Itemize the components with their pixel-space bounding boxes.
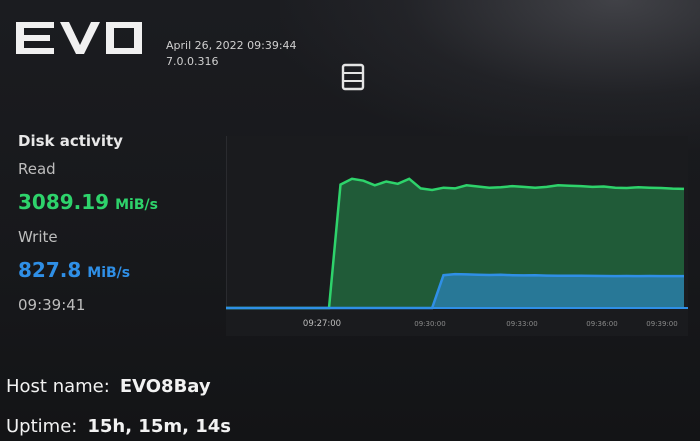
read-label: Read bbox=[18, 160, 56, 178]
server-stack-icon[interactable] bbox=[340, 62, 366, 92]
read-unit: MiB/s bbox=[115, 197, 158, 213]
uptime-value: 15h, 15m, 14s bbox=[87, 416, 231, 437]
header-meta: April 26, 2022 09:39:44 7.0.0.316 bbox=[166, 38, 297, 70]
date-time: April 26, 2022 09:39:44 bbox=[166, 39, 297, 52]
x-tick-label: 09:36:00 bbox=[586, 320, 617, 328]
host-name-value: EVO8Bay bbox=[119, 376, 211, 397]
x-tick-label: 09:33:00 bbox=[506, 320, 537, 328]
host-name-label: Host name: bbox=[6, 376, 110, 397]
disk-activity-chart: 09:27:00 09:30:00 09:33:00 09:36:00 09:39:00 bbox=[226, 136, 688, 336]
read-rate: 3089.19 MiB/s bbox=[18, 190, 158, 214]
dashboard-screen: April 26, 2022 09:39:44 7.0.0.316 Disk a… bbox=[0, 0, 700, 441]
disk-activity-title: Disk activity bbox=[18, 132, 123, 150]
x-tick-label: 09:27:00 bbox=[303, 319, 341, 329]
write-label: Write bbox=[18, 228, 58, 246]
read-value: 3089.19 bbox=[18, 190, 110, 214]
x-tick-label: 09:30:00 bbox=[414, 320, 445, 328]
software-version: 7.0.0.316 bbox=[166, 55, 219, 68]
write-rate: 827.8 MiB/s bbox=[18, 258, 130, 282]
write-value: 827.8 bbox=[18, 258, 82, 282]
uptime-label: Uptime: bbox=[6, 416, 78, 437]
evo-logo bbox=[16, 22, 142, 54]
x-tick-label: 09:39:00 bbox=[646, 320, 677, 328]
sample-timestamp: 09:39:41 bbox=[18, 296, 86, 314]
write-unit: MiB/s bbox=[87, 265, 131, 281]
host-name-row: Host name: EVO8Bay bbox=[6, 376, 211, 397]
uptime-row: Uptime: 15h, 15m, 14s bbox=[6, 416, 231, 437]
